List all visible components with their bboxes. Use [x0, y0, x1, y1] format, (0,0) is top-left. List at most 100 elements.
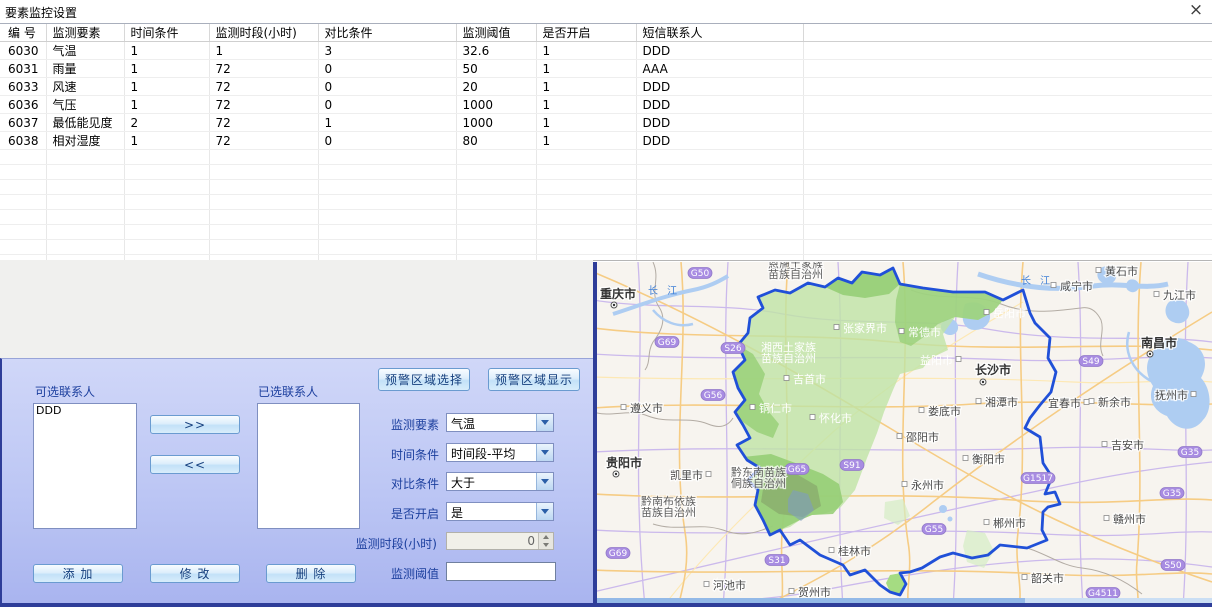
table-row[interactable]: 6030气温11332.61DDD: [0, 42, 1212, 60]
table-empty-row[interactable]: [0, 180, 1212, 195]
city-marker-icon: [902, 482, 907, 487]
table-row[interactable]: 6037最低能见度272110001DDD: [0, 114, 1212, 132]
table-empty-row[interactable]: [0, 165, 1212, 180]
road-badge-label: G56: [704, 391, 723, 401]
column-header[interactable]: 监测要素: [46, 24, 124, 42]
threshold-input[interactable]: [446, 562, 556, 581]
road-badge-label: G1517: [1023, 474, 1053, 484]
table-cell: 1: [536, 78, 636, 96]
table-cell: 1: [124, 96, 209, 114]
monitor-table[interactable]: 编 号监测要素时间条件监测时段(小时)对比条件监测阈值是否开启短信联系人 603…: [0, 24, 1212, 261]
column-header[interactable]: 监测阈值: [456, 24, 536, 42]
map-label: 苗族自治州: [768, 267, 823, 281]
capital-marker-dot: [613, 304, 615, 306]
table-cell: [456, 165, 536, 180]
close-icon[interactable]: ×: [1187, 0, 1205, 20]
table-cell: [536, 150, 636, 165]
table-cell: [536, 210, 636, 225]
table-cell: DDD: [636, 114, 803, 132]
table-cell: [209, 225, 318, 240]
table-cell: 6038: [0, 132, 46, 150]
table-cell: 72: [209, 78, 318, 96]
modify-button[interactable]: 修 改: [150, 564, 240, 583]
road-badge-label: G69: [609, 549, 628, 559]
map-view[interactable]: G50G69S26G56S49S91G65G1517G35G35G55G69S3…: [593, 262, 1212, 607]
window-title: 要素监控设置: [5, 4, 77, 21]
table-cell-filler: [803, 165, 1212, 180]
table-cell: 1: [124, 78, 209, 96]
table-empty-row[interactable]: [0, 210, 1212, 225]
element-select[interactable]: 气温: [446, 413, 554, 432]
table-cell: DDD: [636, 78, 803, 96]
table-cell: 1: [536, 96, 636, 114]
warning-area-show-button[interactable]: 预警区域显示: [488, 368, 580, 391]
table-cell: 1: [124, 42, 209, 60]
chevron-down-icon[interactable]: [536, 444, 553, 461]
table-cell: [0, 210, 46, 225]
table-row[interactable]: 6038相对湿度1720801DDD: [0, 132, 1212, 150]
road-badge-label: G50: [691, 269, 710, 279]
table-empty-row[interactable]: [0, 195, 1212, 210]
table-cell: 相对湿度: [46, 132, 124, 150]
table-cell-filler: [803, 132, 1212, 150]
column-header-filler: [803, 24, 1212, 42]
move-right-button[interactable]: >>: [150, 415, 240, 434]
window-bottom-border: [0, 603, 1212, 607]
city-marker-icon: [704, 582, 709, 587]
map-canvas[interactable]: G50G69S26G56S49S91G65G1517G35G35G55G69S3…: [597, 262, 1212, 607]
road-badge-label: S91: [843, 461, 860, 471]
table-body: 6030气温11332.61DDD6031雨量1720501AAA6033风速1…: [0, 42, 1212, 262]
table-row[interactable]: 6031雨量1720501AAA: [0, 60, 1212, 78]
time-cond-select[interactable]: 时间段-平均: [446, 443, 554, 462]
table-cell-filler: [803, 195, 1212, 210]
available-contacts-list[interactable]: DDD: [33, 403, 137, 529]
table-cell: 72: [209, 60, 318, 78]
table-empty-row[interactable]: [0, 240, 1212, 255]
capital-marker-dot: [615, 473, 617, 475]
table-cell: [318, 225, 456, 240]
chevron-down-icon[interactable]: [536, 503, 553, 520]
table-cell: 6033: [0, 78, 46, 96]
table-cell: 0: [318, 60, 456, 78]
map-label: 南昌市: [1141, 335, 1177, 350]
chevron-down-icon[interactable]: [536, 414, 553, 431]
table-cell-filler: [803, 96, 1212, 114]
city-marker-icon: [956, 357, 961, 362]
settings-panel: 可选联系人 已选联系人 DDD >> << 添 加 修 改 删 除 预警区域选择…: [0, 358, 593, 604]
table-cell: 气温: [46, 42, 124, 60]
map-label: 永州市: [911, 478, 944, 492]
add-button[interactable]: 添 加: [33, 564, 123, 583]
city-marker-icon: [1104, 516, 1109, 521]
table-cell: [209, 195, 318, 210]
column-header[interactable]: 短信联系人: [636, 24, 803, 42]
enabled-select[interactable]: 是: [446, 502, 554, 521]
column-header[interactable]: 监测时段(小时): [209, 24, 318, 42]
table-cell: 1: [124, 60, 209, 78]
column-header[interactable]: 编 号: [0, 24, 46, 42]
spin-down-icon[interactable]: [539, 541, 553, 549]
period-spinner[interactable]: 0: [446, 532, 554, 550]
compare-select[interactable]: 大于: [446, 472, 554, 491]
table-cell: [209, 165, 318, 180]
table-empty-row[interactable]: [0, 150, 1212, 165]
table-row[interactable]: 6036气压172010001DDD: [0, 96, 1212, 114]
table-cell-filler: [803, 114, 1212, 132]
list-item[interactable]: DDD: [34, 404, 136, 417]
table-row[interactable]: 6033风速1720201DDD: [0, 78, 1212, 96]
map-label: 抚州市: [1155, 388, 1188, 402]
table-cell: 80: [456, 132, 536, 150]
city-marker-icon: [1154, 292, 1159, 297]
column-header[interactable]: 时间条件: [124, 24, 209, 42]
table-cell: [209, 210, 318, 225]
move-left-button[interactable]: <<: [150, 455, 240, 474]
table-cell: [456, 225, 536, 240]
table-cell: [0, 165, 46, 180]
table-cell: 雨量: [46, 60, 124, 78]
warning-area-select-button[interactable]: 预警区域选择: [378, 368, 470, 391]
chevron-down-icon[interactable]: [536, 473, 553, 490]
column-header[interactable]: 是否开启: [536, 24, 636, 42]
table-empty-row[interactable]: [0, 225, 1212, 240]
column-header[interactable]: 对比条件: [318, 24, 456, 42]
spin-up-icon[interactable]: [539, 533, 553, 541]
table-cell: 风速: [46, 78, 124, 96]
